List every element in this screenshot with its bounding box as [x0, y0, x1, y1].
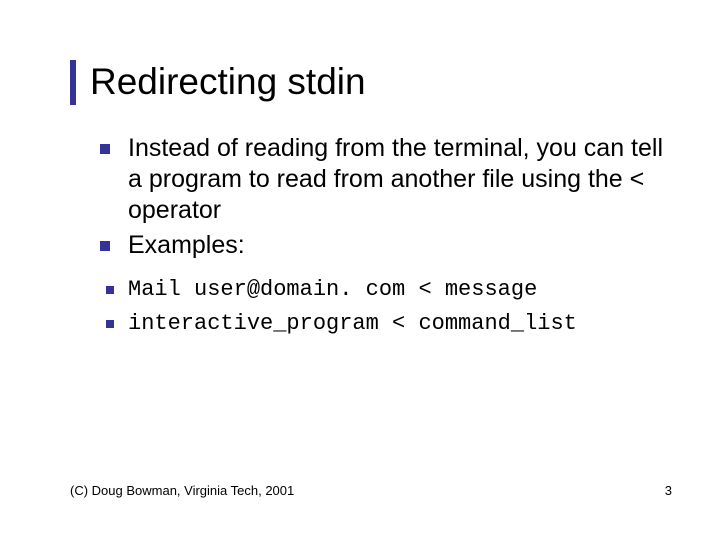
slide-title: Redirecting stdin	[90, 60, 366, 105]
title-wrap: Redirecting stdin	[70, 60, 680, 105]
bullet-item-code: Mail user@domain. com < message	[106, 276, 680, 305]
footer-page-number: 3	[665, 483, 672, 498]
bullet-item: Instead of reading from the terminal, yo…	[100, 133, 680, 227]
footer-copyright: (C) Doug Bowman, Virginia Tech, 2001	[70, 483, 294, 498]
bullet-item: Examples:	[100, 230, 680, 261]
bullet-list-level2: Mail user@domain. com < message interact…	[106, 276, 680, 339]
title-accent-bar	[70, 60, 76, 105]
bullet-item-code: interactive_program < command_list	[106, 310, 680, 339]
bullet-list-level1: Instead of reading from the terminal, yo…	[100, 133, 680, 262]
slide: Redirecting stdin Instead of reading fro…	[0, 0, 720, 540]
